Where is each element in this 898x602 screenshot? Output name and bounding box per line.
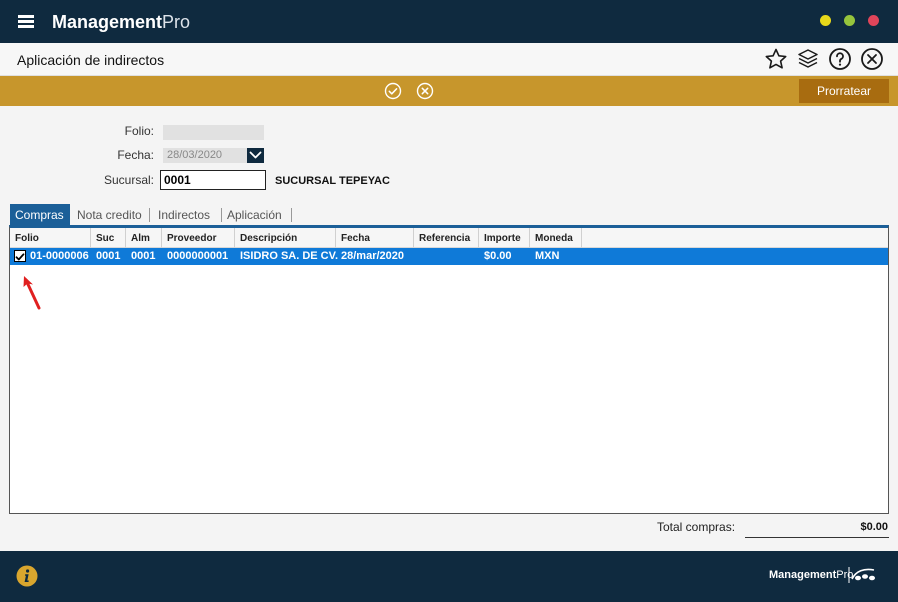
footer-brand-bold: Management [769, 569, 837, 581]
info-icon[interactable] [16, 565, 38, 587]
page-title: Aplicación de indirectos [17, 52, 165, 68]
tab-aplicacion[interactable]: Aplicación [222, 204, 287, 225]
tab-compras[interactable]: Compras [10, 204, 70, 225]
fecha-label: Fecha: [117, 148, 154, 162]
cell-descripcion: ISIDRO SA. DE CV. [240, 250, 339, 262]
folio-label: Folio: [124, 124, 154, 138]
action-bar: Prorratear [0, 76, 898, 106]
column-header-folio[interactable]: Folio [10, 228, 91, 248]
cell-alm: 0001 [131, 250, 156, 262]
checkmark-icon [15, 253, 25, 261]
red-arrow-annotation [23, 276, 41, 310]
column-header-descripcion[interactable]: Descripción [235, 228, 336, 248]
layers-icon[interactable] [796, 47, 820, 71]
sucursal-name: SUCURSAL TEPEYAC [275, 175, 390, 187]
cell-moneda: MXN [535, 250, 560, 262]
cancel-circle-icon[interactable] [416, 82, 434, 100]
maximize-button[interactable] [844, 15, 855, 26]
total-compras-label: Total compras: [657, 520, 736, 534]
hamburger-menu-icon[interactable] [18, 15, 34, 28]
tab-separator [291, 208, 292, 222]
prorratear-button[interactable]: Prorratear [799, 79, 889, 103]
brand-light: Pro [162, 12, 191, 32]
cell-fecha: 28/mar/2020 [341, 250, 404, 262]
chevron-down-icon [249, 151, 262, 159]
cell-suc: 0001 [96, 250, 121, 262]
table-row[interactable]: 01-0000006 0001 0001 0000000001 ISIDRO S… [10, 248, 888, 265]
sucursal-input[interactable] [160, 170, 266, 190]
column-header-suc[interactable]: Suc [91, 228, 126, 248]
column-header-importe[interactable]: Importe [479, 228, 530, 248]
brand-logo-icon [848, 567, 875, 583]
brand-bold: Management [52, 12, 163, 32]
total-compras-value: $0.00 [860, 521, 888, 533]
column-header-filler [582, 228, 888, 248]
minimize-button[interactable] [820, 15, 831, 26]
page-header: Aplicación de indirectos [0, 43, 898, 76]
footer-bar: ManagementPro [0, 551, 898, 602]
column-header-alm[interactable]: Alm [126, 228, 162, 248]
folio-field[interactable] [163, 125, 264, 140]
tab-separator [149, 208, 150, 222]
window-close-button[interactable] [868, 15, 879, 26]
footer-brand: ManagementPro [769, 569, 853, 581]
date-picker-button[interactable] [247, 148, 264, 163]
cell-importe: $0.00 [484, 250, 512, 262]
sucursal-label: Sucursal: [103, 173, 154, 187]
total-underline [745, 537, 889, 538]
tab-indirectos[interactable]: Indirectos [153, 204, 215, 225]
column-header-referencia[interactable]: Referencia [414, 228, 479, 248]
tab-nota-credito[interactable]: Nota credito [72, 204, 147, 225]
check-circle-icon[interactable] [384, 82, 402, 100]
cell-folio: 01-0000006 [30, 250, 89, 262]
column-header-moneda[interactable]: Moneda [530, 228, 582, 248]
title-bar: ManagementPro [0, 0, 898, 43]
app-brand: ManagementPro [52, 12, 190, 33]
help-icon[interactable] [828, 47, 852, 71]
column-header-fecha[interactable]: Fecha [336, 228, 414, 248]
cell-proveedor: 0000000001 [167, 250, 229, 262]
close-icon[interactable] [860, 47, 884, 71]
row-checkbox[interactable] [14, 250, 26, 262]
column-header-proveedor[interactable]: Proveedor [162, 228, 235, 248]
compras-grid: Folio Suc Alm Proveedor Descripción Fech… [9, 225, 889, 514]
star-icon[interactable] [764, 47, 788, 71]
fecha-field[interactable]: 28/03/2020 [163, 148, 247, 163]
